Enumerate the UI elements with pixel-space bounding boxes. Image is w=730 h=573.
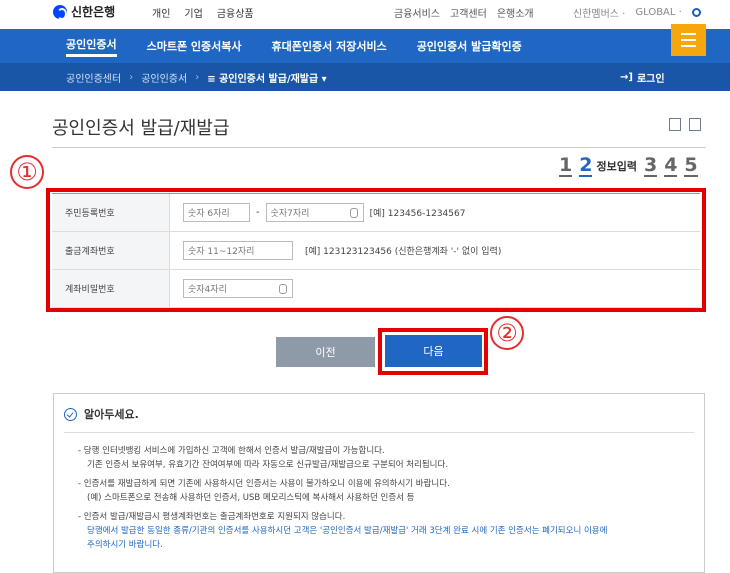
notice-line: 주의하시기 바랍니다. [87, 540, 163, 550]
prev-button[interactable]: 이전 [276, 337, 375, 367]
search-icon[interactable] [691, 8, 701, 17]
notice-item: 인증서 발급/재발급시 평생계좌번호는 출금계좌번호로 지원되지 않습니다. 당행… [78, 510, 688, 552]
step-3: 3 [643, 154, 658, 177]
bank-logo[interactable]: 신한은행 [53, 3, 115, 20]
annotation-marker-2: ② [490, 316, 524, 350]
step-2: 2 [579, 154, 593, 177]
members-link[interactable]: 신한멤버스 · [573, 5, 625, 20]
tab-issue-confirmation[interactable]: 공인인증서 발급확인증 [417, 38, 522, 54]
breadcrumb-item[interactable]: 공인인증센터 [66, 70, 121, 85]
global-link[interactable]: GLOBAL · [635, 7, 681, 18]
logo-text: 신한은행 [71, 5, 116, 19]
check-circle-icon [64, 407, 77, 421]
tab-phone-storage[interactable]: 휴대폰인증서 저장서비스 [272, 38, 387, 54]
top-link-about[interactable]: 은행소개 [497, 5, 534, 20]
step-1: 1 [559, 154, 573, 177]
notice-list: 당행 인터넷뱅킹 서비스에 가입하신 고객에 한해서 인증서 발급/재발급이 가… [78, 444, 688, 557]
notice-item: 인증서를 재발급하게 되면 기존에 사용하시던 인증서는 사용이 불가하오니 이… [78, 477, 688, 505]
notice-line: (예) 스마트폰으로 전송해 사용하던 인증서, USB 메모리스틱에 복사해서… [87, 493, 415, 503]
sub-nav: 공인인증센터 › 공인인증서 › ≡ 공인인증서 발급/재발급 ▾ →] 로그인 [0, 63, 730, 91]
notice-line: 당행에서 발급한 동일한 종류/기관의 인증서를 사용하시던 고객은 '공인인증… [87, 526, 608, 536]
breadcrumb-current[interactable]: ≡ 공인인증서 발급/재발급 ▾ [207, 70, 327, 85]
breadcrumb-separator: › [129, 71, 134, 83]
annotation-marker-1: ① [10, 155, 44, 189]
tab-smartphone-copy[interactable]: 스마트폰 인증서복사 [147, 38, 242, 54]
top-link-services[interactable]: 금융서비스 [394, 5, 440, 20]
top-util: 신한멤버스 · GLOBAL · [573, 5, 701, 20]
top-link-business[interactable]: 기업 [184, 5, 202, 20]
divider [64, 432, 694, 433]
login-icon: →] [620, 71, 633, 83]
page-title: 공인인증서 발급/재발급 [52, 118, 230, 139]
notice-line: 기존 인증서 보유여부, 유효기간 잔여여부에 따라 자동으로 신규발급/재발급… [87, 460, 449, 470]
notice-line: 인증서 발급/재발급시 평생계좌번호는 출금계좌번호로 지원되지 않습니다. [78, 510, 688, 524]
next-button[interactable]: 다음 [385, 335, 482, 367]
main-nav: 공인인증서 스마트폰 인증서복사 휴대폰인증서 저장서비스 공인인증서 발급확인… [0, 29, 730, 63]
top-link-personal[interactable]: 개인 [152, 5, 170, 20]
notice-title: 알아두세요. [84, 408, 139, 421]
login-button[interactable]: →] 로그인 [620, 63, 665, 91]
notice-box: 알아두세요. 당행 인터넷뱅킹 서비스에 가입하신 고객에 한해서 인증서 발급… [53, 393, 705, 573]
tab-certificate[interactable]: 공인인증서 [66, 36, 117, 57]
notice-line: 당행 인터넷뱅킹 서비스에 가입하신 고객에 한해서 인증서 발급/재발급이 가… [78, 444, 688, 458]
notice-line: 인증서를 재발급하게 되면 기존에 사용하시던 인증서는 사용이 불가하오니 이… [78, 477, 688, 491]
step-indicator: 1 2 정보입력 3 4 5 [559, 155, 698, 177]
hamburger-menu-button[interactable] [671, 24, 706, 56]
top-utility-bar: 신한은행 개인 기업 금융상품 금융서비스 고객센터 은행소개 신한멤버스 · … [0, 0, 730, 29]
print-icon[interactable] [689, 118, 701, 131]
login-label: 로그인 [636, 73, 665, 85]
step-2-label: 정보입력 [596, 160, 637, 173]
top-link-products[interactable]: 금융상품 [217, 5, 254, 20]
breadcrumb: 공인인증센터 › 공인인증서 › ≡ 공인인증서 발급/재발급 ▾ [66, 63, 327, 91]
step-5: 5 [684, 154, 698, 177]
top-nav-secondary: 금융서비스 고객센터 은행소개 [394, 5, 534, 20]
notice-item: 당행 인터넷뱅킹 서비스에 가입하신 고객에 한해서 인증서 발급/재발급이 가… [78, 444, 688, 472]
breadcrumb-item[interactable]: 공인인증서 [141, 70, 187, 85]
logo-icon [53, 4, 67, 20]
divider [52, 147, 706, 148]
top-link-customer-center[interactable]: 고객센터 [450, 5, 487, 20]
step-4: 4 [664, 154, 678, 177]
form-highlight-box [46, 188, 706, 312]
menu-icon [681, 33, 696, 35]
title-tools [669, 118, 701, 131]
top-nav-primary: 개인 기업 금융상품 [152, 5, 254, 20]
breadcrumb-separator: › [195, 71, 200, 83]
save-icon[interactable] [669, 118, 681, 131]
